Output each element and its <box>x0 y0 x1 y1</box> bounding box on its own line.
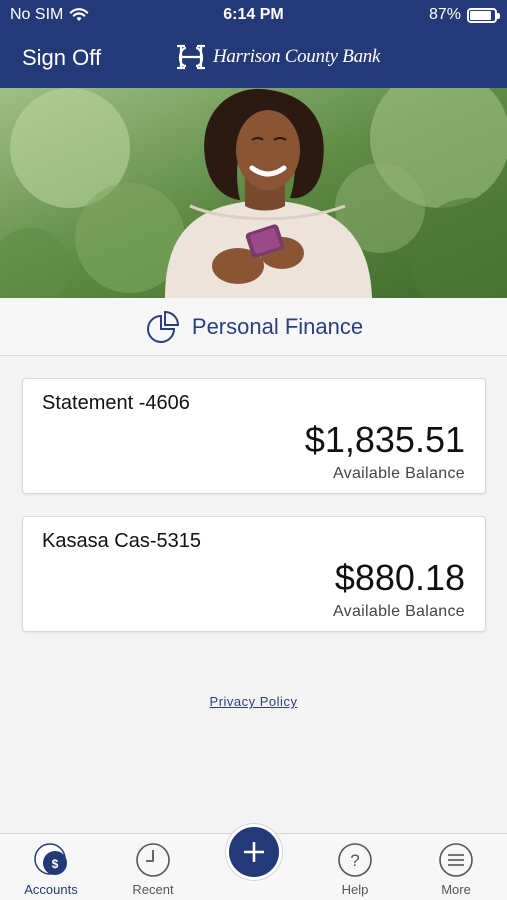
account-balance: $1,835.51 <box>304 419 465 460</box>
add-button[interactable] <box>226 824 282 880</box>
tab-label: More <box>441 882 471 897</box>
tab-label: Accounts <box>24 882 78 897</box>
menu-icon <box>439 843 473 877</box>
help-icon: ? <box>338 843 372 877</box>
svg-text:?: ? <box>350 851 359 870</box>
account-name: Statement -4606 <box>42 392 190 414</box>
balance-label: Available Balance <box>332 603 465 620</box>
account-balance: $880.18 <box>334 557 465 598</box>
hero-image <box>0 88 507 298</box>
balance-label: Available Balance <box>332 465 465 482</box>
tab-recent[interactable]: Recent <box>103 834 203 900</box>
clock-icon <box>136 843 170 877</box>
account-card[interactable]: Statement -4606 $1,835.51 Available Bala… <box>22 378 486 494</box>
privacy-policy-link[interactable]: Privacy Policy <box>210 694 298 709</box>
tab-label: Recent <box>132 882 174 897</box>
brand-logo: Harrison County Bank <box>175 42 380 72</box>
account-name: Kasasa Cas-5315 <box>42 530 201 552</box>
pie-chart-icon <box>146 310 179 343</box>
tab-more[interactable]: More <box>406 834 506 900</box>
battery-info: 87% <box>428 6 500 24</box>
svg-text:$: $ <box>52 857 59 871</box>
tab-label: Help <box>341 882 369 897</box>
battery-percent: 87% <box>428 6 461 23</box>
sign-off-button[interactable]: Sign Off <box>22 45 101 71</box>
battery-icon <box>467 7 500 23</box>
tab-help[interactable]: ? Help <box>305 834 405 900</box>
section-title: Personal Finance <box>191 313 364 339</box>
status-bar: No SIM 6:14 PM 87% <box>0 0 507 30</box>
privacy-container: Privacy Policy <box>0 693 507 711</box>
plus-icon <box>244 842 264 862</box>
nav-bar: Sign Off Harrison County Bank <box>0 36 507 82</box>
accounts-icon: $ <box>34 843 67 875</box>
tab-accounts[interactable]: $ Accounts <box>1 834 101 900</box>
bank-logo-icon <box>177 44 205 70</box>
brand-name: Harrison County Bank <box>213 46 381 67</box>
section-header: Personal Finance <box>0 298 507 356</box>
account-card[interactable]: Kasasa Cas-5315 $880.18 Available Balanc… <box>22 516 486 632</box>
app-header: No SIM 6:14 PM 87% Sign Off Harrison Cou… <box>0 0 507 88</box>
